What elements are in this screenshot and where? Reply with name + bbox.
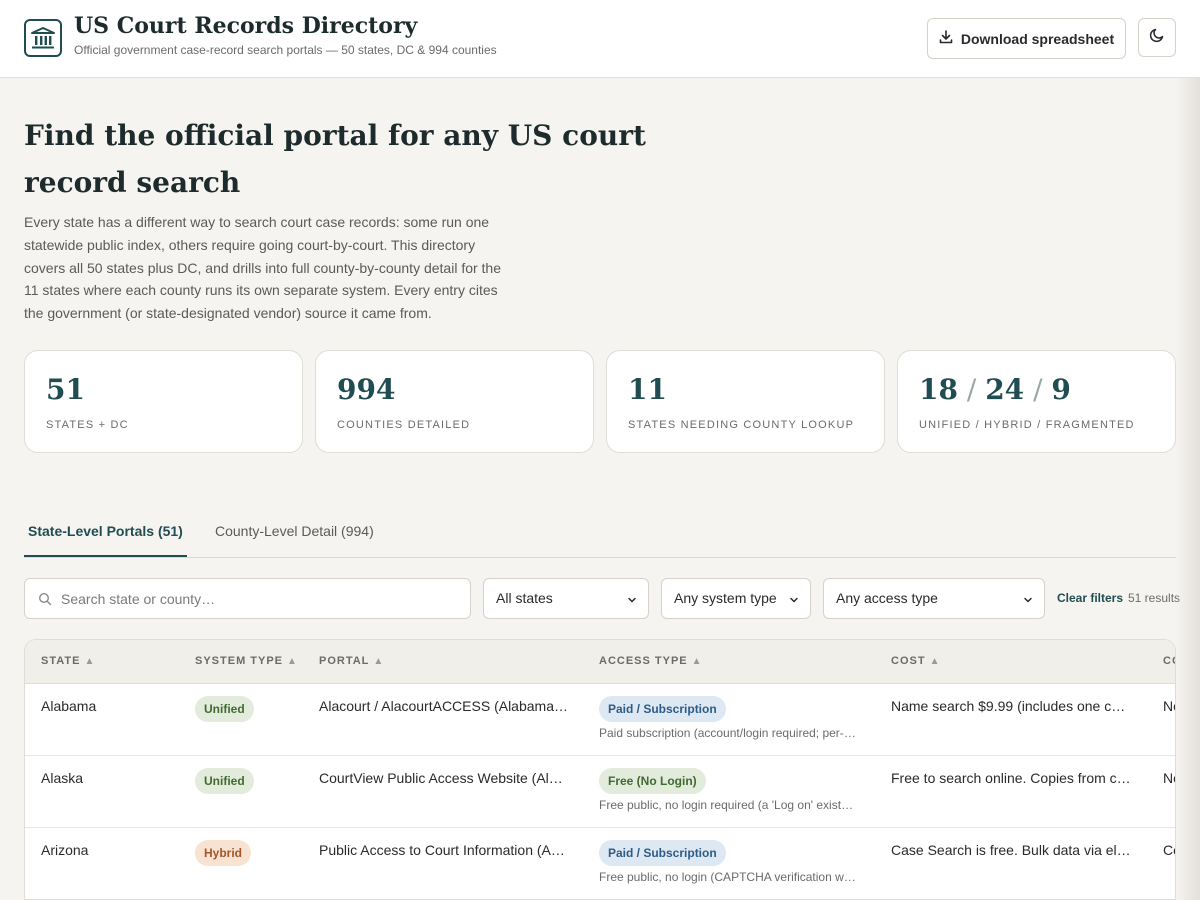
- chevron-down-icon: [1022, 593, 1034, 609]
- access-type-select[interactable]: Any access type: [823, 578, 1045, 619]
- page-title: Find the official portal for any US cour…: [24, 119, 646, 199]
- column-header-cost[interactable]: COST ▲: [891, 655, 940, 667]
- system-type-select[interactable]: Any system type: [661, 578, 811, 619]
- access-note: Paid subscription (account/login require…: [599, 726, 857, 740]
- access-type-select-value: Any access type: [836, 590, 938, 606]
- stat-value: 994: [337, 373, 396, 406]
- search-input[interactable]: [61, 579, 461, 618]
- state-select-value: All states: [496, 590, 553, 606]
- tab-county-level[interactable]: County-Level Detail (994): [211, 510, 378, 557]
- cell-cost: Case Search is free. Bulk data via elect…: [891, 842, 1131, 858]
- page-description: Every state has a different way to searc…: [24, 214, 502, 322]
- cell-state: Alabama: [41, 698, 97, 714]
- table-header: STATE ▲ SYSTEM TYPE ▲ PORTAL ▲ ACCESS TYPE ▲…: [25, 640, 1175, 684]
- sort-up-icon: ▲: [84, 656, 96, 667]
- stat-value: 11: [628, 373, 667, 406]
- app-title: US Court Records Directory: [74, 13, 418, 39]
- stat-card-counties: 994 COUNTIES DETAILED: [315, 350, 594, 453]
- results-count: 51 results: [1128, 591, 1181, 605]
- state-select[interactable]: All states: [483, 578, 649, 619]
- column-header-access-type[interactable]: ACCESS TYPE ▲: [599, 655, 703, 667]
- cell-portal[interactable]: CourtView Public Access Website (Alaska …: [319, 770, 569, 786]
- sort-up-icon: ▲: [287, 656, 298, 667]
- table-row[interactable]: Alaska Unified CourtView Public Access W…: [25, 756, 1175, 828]
- stat-label: COUNTIES DETAILED: [337, 419, 471, 431]
- tab-bar: State-Level Portals (51) County-Level De…: [24, 510, 1176, 558]
- download-spreadsheet-button[interactable]: Download spreadsheet: [927, 18, 1126, 59]
- theme-toggle-button[interactable]: [1138, 18, 1176, 57]
- access-note: Free public, no login (CAPTCHA verificat…: [599, 870, 857, 884]
- tab-state-level[interactable]: State-Level Portals (51): [24, 510, 187, 557]
- stat-value: 18 / 24 / 9: [919, 373, 1071, 406]
- records-table: STATE ▲ SYSTEM TYPE ▲ PORTAL ▲ ACCESS TYPE ▲…: [24, 639, 1176, 900]
- table-row[interactable]: Alabama Unified Alacourt / AlacourtACCES…: [25, 684, 1175, 756]
- stat-value-hybrid: 24: [985, 373, 1025, 406]
- stat-label: UNIFIED / HYBRID / FRAGMENTED: [919, 419, 1135, 431]
- access-type-badge: Free (No Login): [599, 768, 706, 794]
- chevron-down-icon: [788, 593, 800, 609]
- search-box: [24, 578, 471, 619]
- stat-label: STATES NEEDING COUNTY LOOKUP: [628, 419, 855, 431]
- column-header-next[interactable]: CO: [1163, 655, 1175, 667]
- system-type-badge: Unified: [195, 768, 254, 794]
- access-note: Free public, no login required (a 'Log o…: [599, 798, 857, 812]
- page-scroll-edge: [1176, 78, 1200, 900]
- sort-up-icon: ▲: [373, 656, 385, 667]
- system-type-select-value: Any system type: [674, 590, 777, 606]
- cell-state: Alaska: [41, 770, 84, 786]
- sort-up-icon: ▲: [929, 656, 941, 667]
- system-type-badge: Hybrid: [195, 840, 252, 866]
- system-type-badge: Unified: [195, 696, 254, 722]
- cell-next: No: [1163, 698, 1175, 714]
- cell-next: Co: [1163, 842, 1175, 858]
- column-header-portal[interactable]: PORTAL ▲: [319, 655, 384, 667]
- cell-next: No: [1163, 770, 1175, 786]
- access-type-badge: Paid / Subscription: [599, 840, 726, 866]
- download-button-label: Download spreadsheet: [960, 30, 1115, 47]
- stat-label: STATES + DC: [46, 419, 129, 431]
- app-header: US Court Records Directory Official gove…: [0, 0, 1200, 78]
- stat-card-system-breakdown: 18 / 24 / 9 UNIFIED / HYBRID / FRAGMENTE…: [897, 350, 1176, 453]
- cell-cost: Name search $9.99 (includes one case): [891, 698, 1131, 714]
- access-type-badge: Paid / Subscription: [599, 696, 726, 722]
- cell-cost: Free to search online. Copies from case …: [891, 770, 1131, 786]
- table-row[interactable]: Arizona Hybrid Public Access to Court In…: [25, 828, 1175, 899]
- column-header-system-type[interactable]: SYSTEM TYPE ▲: [195, 655, 298, 667]
- stat-value: 51: [46, 373, 85, 406]
- stat-card-county-lookup: 11 STATES NEEDING COUNTY LOOKUP: [606, 350, 885, 453]
- stat-card-states: 51 STATES + DC: [24, 350, 303, 453]
- cell-portal[interactable]: Alacourt / AlacourtACCESS (Alabama Court…: [319, 698, 569, 714]
- app-subtitle: Official government case-record search p…: [74, 43, 497, 57]
- cell-portal[interactable]: Public Access to Court Information (Ariz…: [319, 842, 569, 858]
- stat-value-fragmented: 9: [1051, 373, 1071, 406]
- courthouse-icon: [24, 19, 62, 57]
- clear-filters-link[interactable]: Clear filters: [1057, 591, 1123, 605]
- download-icon: [939, 30, 953, 47]
- column-header-state[interactable]: STATE ▲: [41, 655, 95, 667]
- cell-state: Arizona: [41, 842, 89, 858]
- moon-icon: [1149, 27, 1165, 48]
- search-icon: [38, 592, 52, 611]
- sort-up-icon: ▲: [691, 656, 703, 667]
- stat-value-unified: 18: [919, 373, 958, 406]
- chevron-down-icon: [626, 593, 638, 609]
